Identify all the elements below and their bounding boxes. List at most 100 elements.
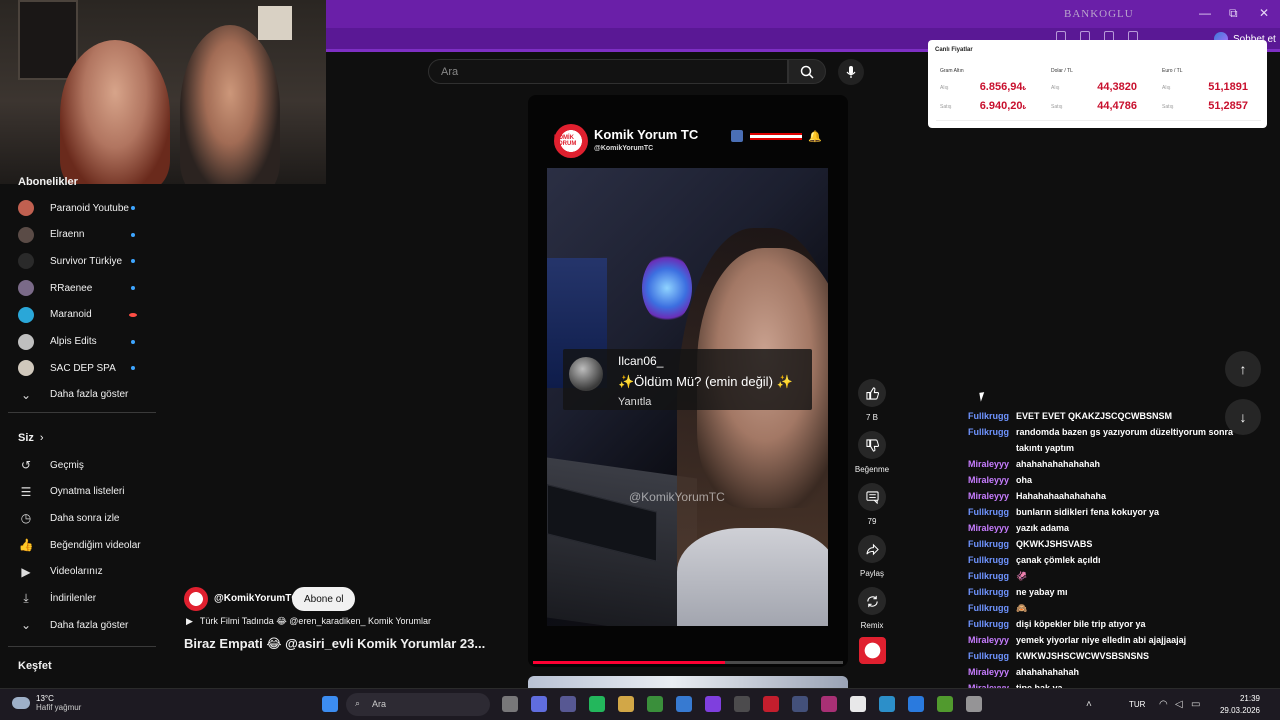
- taskbar: 13°C Hafif yağmur Ara ⌕ ˄ TUR ◠ ◁ ▭ 21:3…: [0, 688, 1280, 720]
- wifi-icon[interactable]: ◠: [1159, 699, 1168, 710]
- sidebar-item-label: SAC DEP SPA: [50, 362, 116, 374]
- subscriptions-header[interactable]: Abonelikler: [18, 176, 78, 188]
- you-header[interactable]: Siz ›: [18, 432, 44, 444]
- copilot-icon[interactable]: [531, 696, 547, 712]
- chevron-down-icon: ⌄: [20, 387, 32, 402]
- chat-username[interactable]: Fullkrugg: [968, 648, 1009, 664]
- minimize-icon[interactable]: —: [1199, 6, 1211, 20]
- sidebar-item-label: İndirilenler: [50, 593, 97, 604]
- chat-username[interactable]: Miraleyyy: [968, 456, 1009, 472]
- search-button[interactable]: [788, 59, 826, 84]
- chat-username[interactable]: Miraleyyy: [968, 664, 1009, 680]
- live-indicator: [129, 312, 137, 317]
- chevron-up-icon[interactable]: ˄: [1086, 699, 1092, 710]
- sidebar-item-you[interactable]: ⤓ İndirilenler: [18, 588, 148, 610]
- channel-logo[interactable]: KOMİK YORUM: [554, 124, 588, 158]
- close-icon[interactable]: ✕: [1259, 6, 1269, 20]
- show-more-subscriptions[interactable]: ⌄ Daha fazla göster: [18, 384, 148, 406]
- chat-username[interactable]: Fullkrugg: [968, 616, 1009, 632]
- chat-text: ne yabay mı: [1016, 587, 1068, 597]
- x-icon[interactable]: [850, 696, 866, 712]
- chat-username[interactable]: Miraleyyy: [968, 472, 1009, 488]
- download-icon: ⤓: [23, 591, 29, 605]
- sidebar-item-you[interactable]: 👍 Beğendiğim videolar: [18, 534, 148, 556]
- edge-icon[interactable]: [879, 696, 895, 712]
- avatar: [18, 226, 34, 243]
- clock-date[interactable]: 29.03.2026: [1200, 706, 1260, 715]
- chat-username[interactable]: Fullkrugg: [968, 504, 1009, 520]
- music-line[interactable]: ▶ Türk Filmi Tadında 😂 @eren_karadiken_ K…: [186, 616, 431, 627]
- opera-icon[interactable]: [763, 696, 779, 712]
- cloud-icon: [12, 697, 30, 709]
- weather-widget[interactable]: 13°C Hafif yağmur: [12, 694, 81, 712]
- channel-title[interactable]: Komik Yorum TC: [594, 127, 698, 142]
- clock-time[interactable]: 21:39: [1220, 694, 1260, 703]
- instagram-icon[interactable]: [821, 696, 837, 712]
- sidebar-item-subscription[interactable]: Survivor Türkiye: [18, 250, 148, 272]
- chat-username[interactable]: Fullkrugg: [968, 408, 1009, 424]
- taskbar-search[interactable]: Ara: [346, 693, 490, 716]
- subscribe-button[interactable]: Abone ol: [292, 587, 356, 611]
- sidebar-item-subscription[interactable]: Alpis Edits: [18, 331, 148, 353]
- remix-button[interactable]: [858, 587, 886, 615]
- video-pc-light: [642, 253, 692, 323]
- chat-username[interactable]: Fullkrugg: [968, 552, 1009, 568]
- chat-username[interactable]: Fullkrugg: [968, 536, 1009, 552]
- price-column: Dolar / TL Alış Satış 44,3820 44,4786: [1039, 40, 1147, 128]
- like-button[interactable]: [858, 379, 886, 407]
- chat-username[interactable]: Miraleyyy: [968, 488, 1009, 504]
- arrow-up-icon: ↑: [1239, 361, 1247, 377]
- comments-button[interactable]: [858, 483, 886, 511]
- sidebar-item-you[interactable]: ☰ Oynatma listeleri: [18, 481, 148, 503]
- chat-username[interactable]: Miraleyyy: [968, 632, 1009, 648]
- settings-icon[interactable]: [966, 696, 982, 712]
- sidebar-item-you[interactable]: ↺ Geçmiş: [18, 454, 148, 476]
- sidebar-item-subscription[interactable]: RRaenee: [18, 277, 148, 299]
- restore-icon[interactable]: ⧉: [1229, 6, 1238, 21]
- channel-avatar[interactable]: [184, 587, 208, 611]
- language-indicator[interactable]: TUR: [1129, 700, 1145, 709]
- short-title[interactable]: Biraz Empati 😂 @asiri_evli Komik Yorumla…: [184, 636, 485, 652]
- xbox-icon[interactable]: [647, 696, 663, 712]
- live-prices-widget: Canlı Fiyatlar Gram Altın Alış Satış 6.856,…: [928, 40, 1267, 128]
- voice-search-button[interactable]: [838, 59, 864, 85]
- store-icon[interactable]: [676, 696, 692, 712]
- explore-header[interactable]: Keşfet: [18, 660, 52, 672]
- video-progress-bar[interactable]: [533, 661, 843, 664]
- chat-username[interactable]: Fullkrugg: [968, 600, 1009, 616]
- sell-label: Satış: [1162, 104, 1174, 110]
- channel-avatar-small[interactable]: [859, 637, 886, 664]
- sidebar-item-subscription[interactable]: Elraenn: [18, 224, 148, 246]
- chat-message: Miraleyyy ahahahahahah: [968, 664, 1258, 680]
- sidebar-item-subscription[interactable]: SAC DEP SPA: [18, 357, 148, 379]
- whatsapp-icon[interactable]: [589, 696, 605, 712]
- dislike-button[interactable]: [858, 431, 886, 459]
- like-count: 7 B: [865, 413, 878, 422]
- news-icon[interactable]: [734, 696, 750, 712]
- remix-icon: [866, 595, 878, 607]
- start-icon[interactable]: [322, 696, 338, 712]
- volume-icon[interactable]: ◁: [1175, 699, 1183, 710]
- sidebar-item-subscription[interactable]: Paranoid Youtube: [18, 197, 148, 219]
- meta-channel-handle[interactable]: @KomikYorumTC: [214, 593, 299, 604]
- sidebar-item-you[interactable]: ◷ Daha sonra izle: [18, 507, 148, 529]
- file-explorer-icon[interactable]: [618, 696, 634, 712]
- scroll-up-button[interactable]: ↑: [1225, 351, 1261, 387]
- steam-icon[interactable]: [792, 696, 808, 712]
- chat-text: ahahahahahah: [1016, 667, 1080, 677]
- chat-username[interactable]: Fullkrugg: [968, 584, 1009, 600]
- zoom-icon[interactable]: [908, 696, 924, 712]
- xbox-game-icon[interactable]: [937, 696, 953, 712]
- chat-username[interactable]: Fullkrugg: [968, 568, 1009, 584]
- chat-username[interactable]: Fullkrugg: [968, 424, 1009, 440]
- search-input[interactable]: Ara: [428, 59, 788, 84]
- teams-icon[interactable]: [560, 696, 576, 712]
- task-view-icon[interactable]: [502, 696, 518, 712]
- share-button[interactable]: [858, 535, 886, 563]
- sidebar-item-you[interactable]: ▶ Videolarınız: [18, 561, 148, 583]
- buy-price: 44,3820: [1097, 81, 1137, 93]
- twitch-icon[interactable]: [705, 696, 721, 712]
- chat-username[interactable]: Miraleyyy: [968, 520, 1009, 536]
- sidebar-item-you[interactable]: ⌄ Daha fazla göster: [18, 614, 148, 636]
- sidebar-item-label: Maranoid: [50, 309, 92, 321]
